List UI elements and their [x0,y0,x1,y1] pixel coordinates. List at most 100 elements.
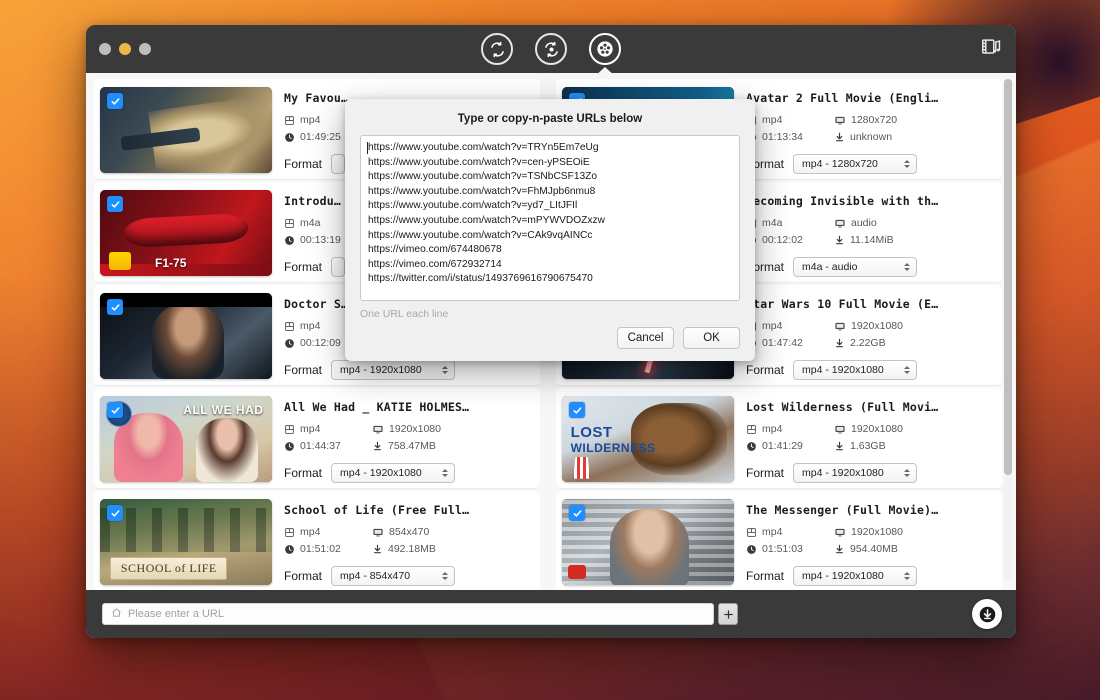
item-meta: The Messenger (Full Movie)…mp41920x10800… [734,499,996,586]
download-item[interactable]: The Messenger (Full Movie)…mp41920x10800… [556,491,1002,590]
format-select[interactable]: mp4 - 1920x1080 [793,463,917,483]
item-specs: mp41920x108001:41:291.63GB [746,423,996,452]
item-title: Lost Wilderness (Full Movi… [746,400,996,414]
size-value: 758.47MB [388,440,436,452]
video-thumbnail[interactable]: SCHOOL of LIFE [100,499,272,585]
spec-duration: 01:13:34 [746,131,834,143]
format-label: Format [284,260,322,274]
zoom-button[interactable] [139,43,151,55]
container-value: mp4 [762,526,782,538]
size-value: unknown [850,131,892,143]
ok-button[interactable]: OK [683,327,740,349]
item-specs: mp41280x72001:13:34unknown [746,114,996,143]
select-checkbox[interactable] [107,402,123,418]
video-thumbnail[interactable]: ALL WE HAD [100,396,272,482]
format-row: Format mp4 - 854x470 [284,566,534,586]
video-thumbnail[interactable] [562,499,734,585]
format-label: Format [284,569,322,583]
container-value: mp4 [300,320,320,332]
container-value: m4a [300,217,320,229]
item-meta: School of Life (Free Full…mp4854x47001:5… [272,499,534,586]
item-title: All We Had _ KATIE HOLMES… [284,400,534,414]
item-meta: All We Had _ KATIE HOLMES…mp41920x108001… [272,396,534,483]
format-value: mp4 - 1920x1080 [802,364,884,376]
spec-size: 758.47MB [372,440,534,452]
resolution-value: 1920x1080 [851,320,903,332]
duration-value: 01:13:34 [762,131,803,143]
resolution-value: 1280x720 [851,114,897,126]
format-select[interactable]: mp4 - 1280x720 [793,154,917,174]
size-value: 954.40MB [850,543,898,555]
item-meta: Avatar 2 Full Movie (Engli…mp41280x72001… [734,87,996,174]
urls-textarea[interactable]: https://www.youtube.com/watch?v=TRYn5Em7… [360,135,740,301]
item-meta: Star Wars 10 Full Movie (E…mp41920x10800… [734,293,996,380]
vertical-scrollbar[interactable] [1004,79,1012,579]
url-input[interactable]: Please enter a URL [102,603,714,625]
home-icon [111,605,122,623]
url-input-placeholder: Please enter a URL [128,608,224,620]
format-label: Format [284,157,322,171]
video-thumbnail[interactable] [100,293,272,379]
format-row: Formatmp4 - 1920x1080 [746,463,996,483]
url-line: https://www.youtube.com/watch?v=CAk9vqAI… [368,229,733,244]
format-value: mp4 - 1920x1080 [340,364,422,376]
spec-container: mp4 [284,526,372,538]
download-item[interactable]: ALL WE HADAll We Had _ KATIE HOLMES…mp41… [94,388,540,489]
format-select[interactable]: mp4 - 1920x1080 [331,360,455,380]
application-window: My Favou…mp401:49:25FormatAvatar 2 Full … [86,25,1016,638]
format-row: Formatm4a - audio [746,257,996,277]
add-url-button[interactable] [718,603,738,625]
select-checkbox[interactable] [569,505,585,521]
item-meta: Becoming Invisible with th…m4aaudio00:12… [734,190,996,277]
video-thumbnail[interactable]: F1-75 [100,190,272,276]
format-select[interactable]: mp4 - 854x470 [331,566,455,586]
select-checkbox[interactable] [107,196,123,212]
spec-size: 1.63GB [834,440,996,452]
format-select[interactable]: mp4 - 1920x1080 [793,360,917,380]
format-select[interactable] [331,154,345,174]
url-line: https://vimeo.com/672932714 [368,258,733,273]
window-controls [99,43,151,55]
spec-duration: 00:12:02 [746,234,834,246]
media-library-icon[interactable] [980,36,1002,63]
tab-video-converter[interactable] [481,33,513,65]
minimize-button[interactable] [119,43,131,55]
stepper-arrows-icon [904,469,910,477]
cancel-button[interactable]: Cancel [617,327,674,349]
spec-size: 492.18MB [372,543,534,555]
tab-audio-converter[interactable] [535,33,567,65]
close-button[interactable] [99,43,111,55]
format-label: Format [284,466,322,480]
format-select[interactable]: mp4 - 1920x1080 [793,566,917,586]
format-select[interactable]: m4a - audio [793,257,917,277]
video-thumbnail[interactable] [100,87,272,173]
item-title: Avatar 2 Full Movie (Engli… [746,91,996,105]
select-checkbox[interactable] [107,93,123,109]
paste-urls-dialog: Type or copy-n-paste URLs below https://… [345,99,755,361]
spec-resolution: 1920x1080 [834,320,996,332]
download-item[interactable]: LOSTWILDERNESSLost Wilderness (Full Movi… [556,388,1002,489]
size-value: 11.14MiB [850,234,894,246]
format-label: Format [746,363,784,377]
select-checkbox[interactable] [107,505,123,521]
download-button[interactable] [972,599,1002,629]
duration-value: 01:51:03 [762,543,803,555]
video-thumbnail[interactable]: LOSTWILDERNESS [562,396,734,482]
item-meta: Lost Wilderness (Full Movi… mp41920x10800… [734,396,996,483]
stepper-arrows-icon [442,572,448,580]
download-item[interactable]: SCHOOL of LIFESchool of Life (Free Full…… [94,491,540,590]
scrollbar-thumb[interactable] [1004,79,1012,475]
spec-container: m4a [746,217,834,229]
thumbnail-artwork [100,87,272,173]
format-select[interactable]: mp4 - 1920x1080 [331,463,455,483]
format-select[interactable] [331,257,345,277]
tab-video-downloader[interactable] [589,33,621,65]
item-specs: m4aaudio00:12:0211.14MiB [746,217,996,246]
audio-convert-icon [542,40,561,59]
duration-value: 00:12:02 [762,234,803,246]
select-checkbox[interactable] [107,299,123,315]
spec-size: 11.14MiB [834,234,996,246]
select-checkbox[interactable] [569,402,585,418]
download-list-area: My Favou…mp401:49:25FormatAvatar 2 Full … [86,73,1016,590]
spec-duration: 01:47:42 [746,337,834,349]
